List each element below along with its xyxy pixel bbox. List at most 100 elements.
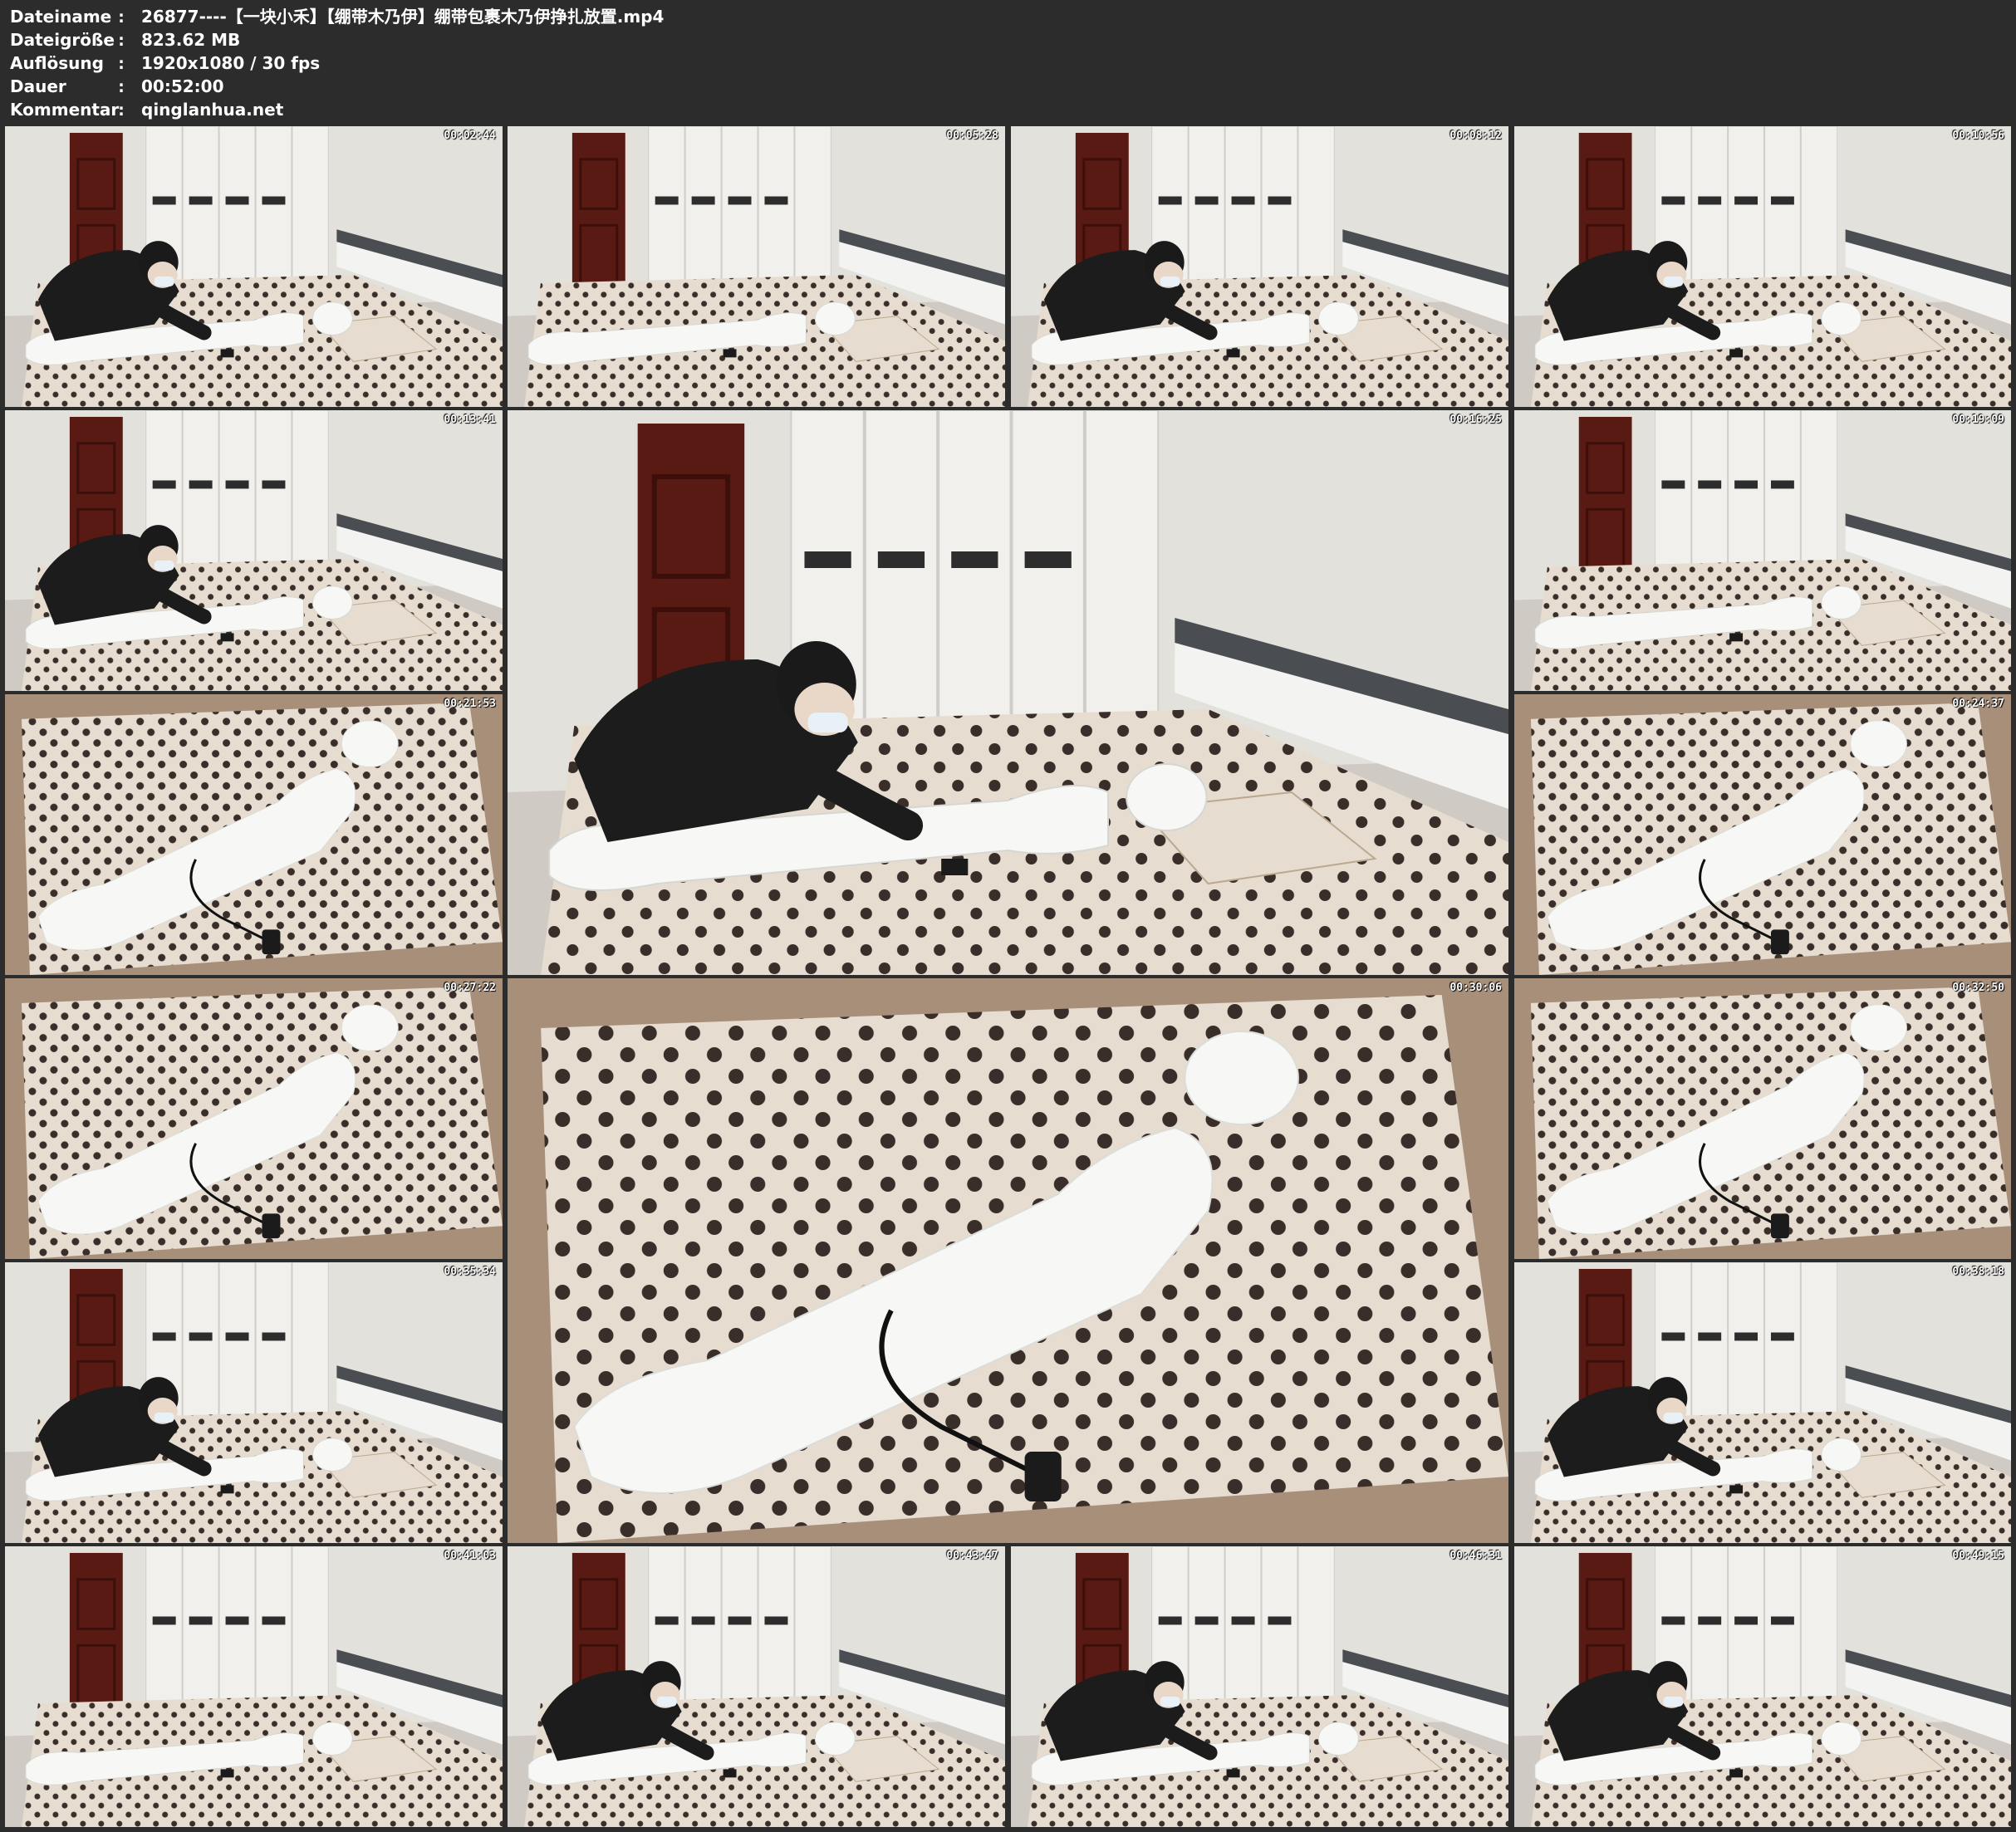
wardrobe-handle: [262, 196, 286, 205]
thumbnail-timestamp: 00:41:03: [444, 1550, 496, 1562]
mummy-head: [814, 1722, 856, 1756]
thumbnail-scene: [508, 410, 1508, 975]
mummy-head: [341, 720, 399, 767]
wardrobe-handle: [951, 551, 998, 568]
remote-box: [1729, 633, 1744, 642]
thumbnail-scene: [1011, 1546, 1508, 1827]
mummy-head: [814, 301, 856, 336]
wardrobe-handle: [1661, 196, 1685, 205]
wardrobe-handle: [1158, 196, 1182, 205]
thumbnail-timestamp: 00:19:09: [1952, 414, 2004, 426]
mummy-head: [1821, 301, 1862, 336]
thumbnail-grid: 00:02:44 00:05:28 00:08:12 00:10:56 00:13:41…: [0, 125, 2016, 1832]
man-mask: [154, 276, 174, 287]
video-thumbnail: 00:19:09: [1514, 410, 2011, 691]
remote-box: [220, 633, 234, 642]
wardrobe-handle: [728, 1616, 752, 1625]
remote-box: [723, 349, 737, 358]
video-thumbnail: 00:05:28: [508, 126, 1005, 407]
wardrobe-handle: [1194, 1616, 1219, 1625]
wardrobe-handle: [655, 1616, 679, 1625]
wardrobe-handle: [1770, 196, 1794, 205]
thumbnail-scene: [5, 410, 503, 691]
thumbnail-timestamp: 00:13:41: [444, 414, 496, 426]
wardrobe-handle: [1158, 1616, 1182, 1625]
thumbnail-timestamp: 00:38:18: [1952, 1266, 2004, 1278]
file-info-header: Dateiname:26877----【一块小禾】【绷带木乃伊】绷带包裹木乃伊挣…: [0, 0, 2016, 125]
remote-box: [262, 1213, 281, 1239]
info-row: Dauer:00:52:00: [10, 75, 224, 98]
info-row: Dateiname:26877----【一块小禾】【绷带木乃伊】绷带包裹木乃伊挣…: [10, 5, 664, 28]
thumbnail-scene: [508, 126, 1005, 407]
wardrobe-handle: [262, 1616, 286, 1625]
thumbnail-scene: [1514, 126, 2011, 407]
mummy-head: [1850, 1004, 1907, 1051]
man-mask: [807, 713, 848, 732]
thumbnail-scene: [1514, 694, 2011, 975]
thumbnail-scene: [5, 978, 503, 1259]
wardrobe-handle: [152, 1616, 176, 1625]
remote-box: [1729, 349, 1744, 358]
wardrobe-handle: [1734, 1332, 1758, 1341]
wardrobe-handle: [1268, 1616, 1292, 1625]
thumbnail-scene: [508, 978, 1508, 1543]
wardrobe-handle: [189, 1616, 213, 1625]
remote-box: [1770, 1213, 1789, 1239]
info-separator: :: [116, 30, 127, 50]
mummy-head: [1317, 301, 1359, 336]
mummy-head: [1184, 1031, 1299, 1125]
info-value: 00:52:00: [141, 76, 224, 96]
man-mask: [1160, 276, 1180, 287]
thumbnail-scene: [5, 126, 503, 407]
video-thumbnail: 00:27:22: [5, 978, 503, 1259]
remote-box: [220, 349, 234, 358]
remote-box: [1729, 1769, 1744, 1778]
wardrobe-handle: [1698, 1616, 1722, 1625]
info-value: qinglanhua.net: [141, 100, 284, 120]
wardrobe-handle: [691, 196, 715, 205]
thumbnail-timestamp: 00:27:22: [444, 982, 496, 994]
thumbnail-timestamp: 00:35:34: [444, 1266, 496, 1278]
video-thumbnail: 00:30:06: [508, 978, 1508, 1543]
mummy-head: [1821, 1722, 1862, 1756]
wardrobe-handle: [1231, 196, 1255, 205]
info-separator: :: [116, 100, 127, 120]
wardrobe-handle: [691, 1616, 715, 1625]
thumbnail-timestamp: 00:49:15: [1952, 1550, 2004, 1562]
thumbnail-scene: [1011, 126, 1508, 407]
wardrobe-handle: [152, 1332, 176, 1341]
video-thumbnail: 00:41:03: [5, 1546, 503, 1827]
thumbnail-scene: [508, 1546, 1005, 1827]
man-mask: [154, 560, 174, 571]
wardrobe-handle: [877, 551, 925, 568]
wardrobe-handle: [1770, 1616, 1794, 1625]
thumbnail-timestamp: 00:16:25: [1449, 414, 1502, 426]
thumbnail-scene: [1514, 1262, 2011, 1543]
info-row: Auflösung:1920x1080 / 30 fps: [10, 51, 320, 75]
mummy-head: [1821, 1438, 1862, 1472]
video-thumbnail: 00:21:53: [5, 694, 503, 975]
info-label: Dauer: [10, 76, 66, 96]
video-thumbnail: 00:02:44: [5, 126, 503, 407]
video-thumbnail: 00:35:34: [5, 1262, 503, 1543]
mummy-head: [1317, 1722, 1359, 1756]
mummy-head: [1850, 720, 1907, 767]
man-mask: [1663, 1696, 1684, 1707]
remote-box: [941, 859, 969, 875]
wardrobe-handle: [225, 1332, 249, 1341]
mummy-head: [311, 1722, 353, 1756]
thumbnail-timestamp: 00:32:50: [1952, 982, 2004, 994]
wardrobe-handle: [804, 551, 851, 568]
remote-box: [1770, 929, 1789, 955]
info-label: Dateiname: [10, 7, 112, 27]
wardrobe-handle: [1661, 1332, 1685, 1341]
info-label: Dateigröße: [10, 30, 115, 50]
info-row: Kommentar: qinglanhua.net: [10, 98, 283, 121]
wardrobe-handle: [1698, 480, 1722, 489]
wardrobe-handle: [1024, 551, 1072, 568]
wardrobe-handle: [189, 480, 213, 489]
info-value: 26877----【一块小禾】【绷带木乃伊】绷带包裹木乃伊挣扎放置.mp4: [141, 7, 665, 27]
wardrobe-handle: [262, 1332, 286, 1341]
video-thumbnail: 00:24:37: [1514, 694, 2011, 975]
wardrobe-handle: [225, 1616, 249, 1625]
